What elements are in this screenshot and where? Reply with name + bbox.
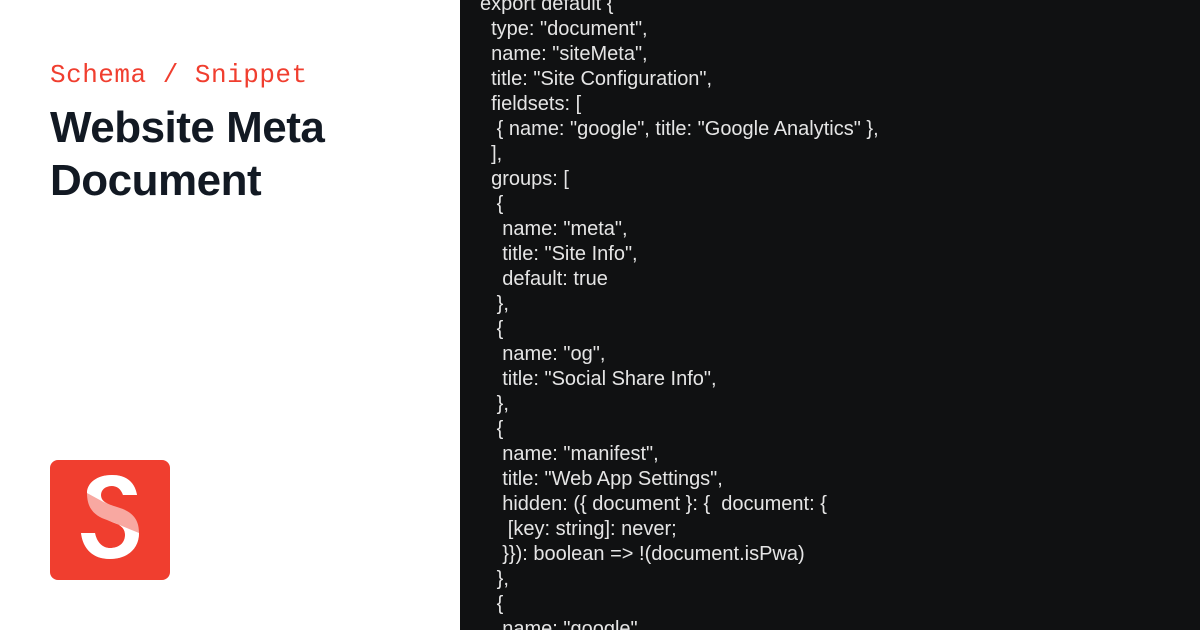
page-title: Website Meta Document <box>50 102 410 208</box>
code-panel: export default { type: "document", name:… <box>460 0 1200 630</box>
sanity-logo <box>50 460 170 580</box>
breadcrumb: Schema / Snippet <box>50 60 410 90</box>
logo-s-icon <box>75 475 145 565</box>
info-panel: Schema / Snippet Website Meta Document <box>0 0 460 630</box>
code-snippet: export default { type: "document", name:… <box>480 0 1180 630</box>
